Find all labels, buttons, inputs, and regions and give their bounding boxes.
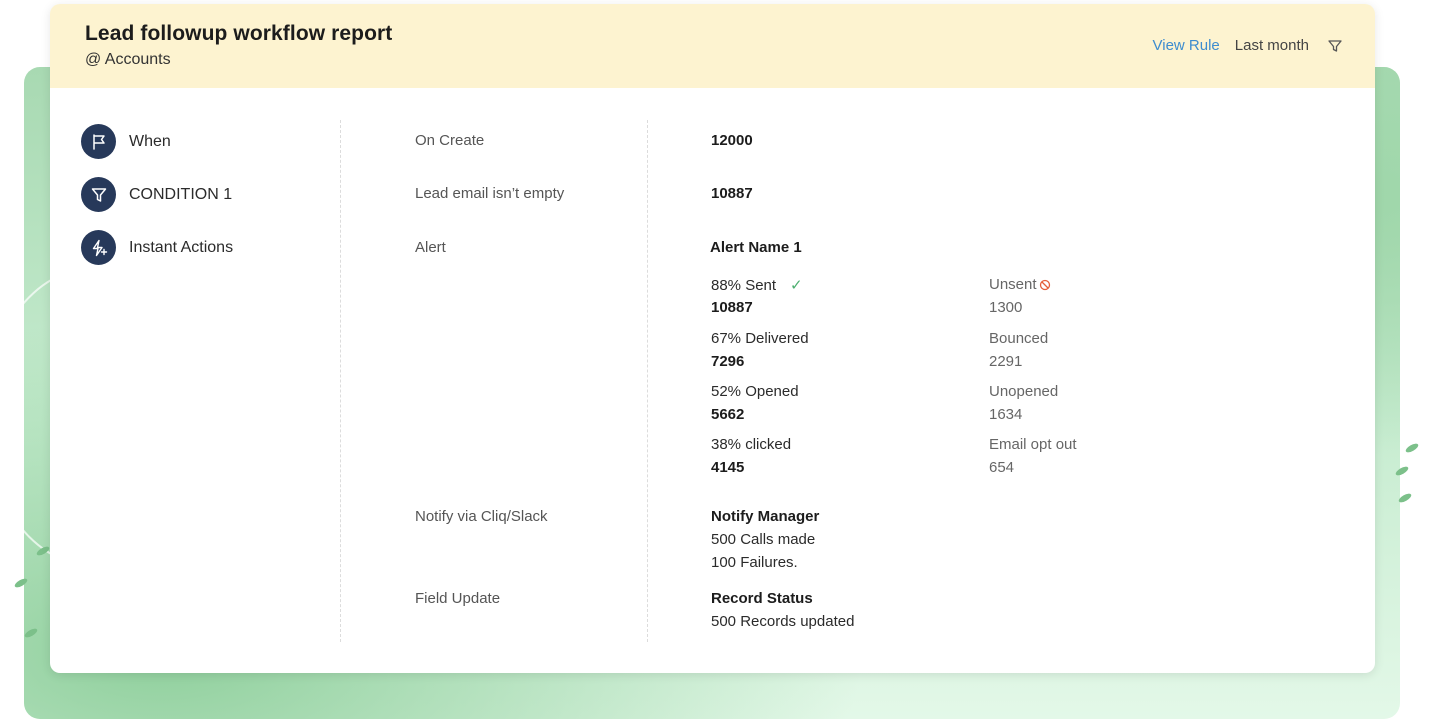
opened-label: 52% Opened <box>711 383 799 400</box>
lightning-plus-icon <box>81 230 116 265</box>
bounced-value: 2291 <box>989 353 1023 370</box>
step-instant-actions[interactable]: Instant Actions <box>81 230 233 265</box>
funnel-icon <box>81 177 116 212</box>
header-actions: View Rule Last month <box>1153 37 1343 54</box>
alert-label: Alert <box>415 239 446 256</box>
bounced-label: Bounced <box>989 330 1049 347</box>
column-divider <box>647 120 648 642</box>
unopened-label: Unopened <box>989 383 1059 400</box>
step-label: Instant Actions <box>129 238 234 256</box>
step-when[interactable]: When <box>81 124 233 159</box>
notify-failures: 100 Failures. <box>711 554 798 571</box>
sent-value: 10887 <box>711 299 753 316</box>
report-header: Lead followup workflow report @ Accounts… <box>50 4 1375 88</box>
check-icon: ✓ <box>790 277 803 294</box>
on-create-value: 12000 <box>711 132 753 149</box>
view-rule-link[interactable]: View Rule <box>1153 37 1220 54</box>
opt-out-value: 654 <box>989 459 1015 476</box>
notify-label: Notify via Cliq/Slack <box>415 508 548 525</box>
condition-value: 10887 <box>711 185 753 202</box>
notify-calls: 500 Calls made <box>711 531 816 548</box>
page: Lead followup workflow report @ Accounts… <box>0 0 1436 726</box>
sent-label: 88% Sent ✓ <box>711 276 803 294</box>
step-label: When <box>129 132 171 150</box>
notify-title: Notify Manager <box>711 508 820 525</box>
clicked-label: 38% clicked <box>711 436 792 453</box>
leaf-decoration <box>1404 441 1420 455</box>
field-update-records: 500 Records updated <box>711 613 855 630</box>
step-label: CONDITION 1 <box>129 185 233 203</box>
report-card: Lead followup workflow report @ Accounts… <box>50 4 1375 673</box>
unsent-label-text: Unsent <box>989 276 1037 293</box>
blocked-icon <box>1039 279 1050 291</box>
report-body: When CONDITION 1 Instant Actions On Crea… <box>50 88 1375 673</box>
filter-icon[interactable] <box>1327 38 1343 54</box>
opt-out-label: Email opt out <box>989 436 1077 453</box>
delivered-label: 67% Delivered <box>711 330 809 347</box>
period-selector[interactable]: Last month <box>1235 37 1309 54</box>
unsent-value: 1300 <box>989 299 1023 316</box>
condition-label: Lead email isn’t empty <box>415 185 565 202</box>
delivered-value: 7296 <box>711 353 745 370</box>
field-update-label: Field Update <box>415 590 501 607</box>
field-update-title: Record Status <box>711 590 813 607</box>
clicked-value: 4145 <box>711 459 745 476</box>
flag-icon <box>81 124 116 159</box>
sent-label-text: 88% Sent <box>711 277 777 294</box>
column-divider <box>340 120 341 642</box>
workflow-steps: When CONDITION 1 Instant Actions <box>81 124 233 283</box>
alert-name: Alert Name 1 <box>710 239 802 256</box>
on-create-label: On Create <box>415 132 485 149</box>
step-condition-1[interactable]: CONDITION 1 <box>81 177 233 212</box>
unsent-label: Unsent <box>989 276 1051 293</box>
opened-value: 5662 <box>711 406 745 423</box>
unopened-value: 1634 <box>989 406 1023 423</box>
